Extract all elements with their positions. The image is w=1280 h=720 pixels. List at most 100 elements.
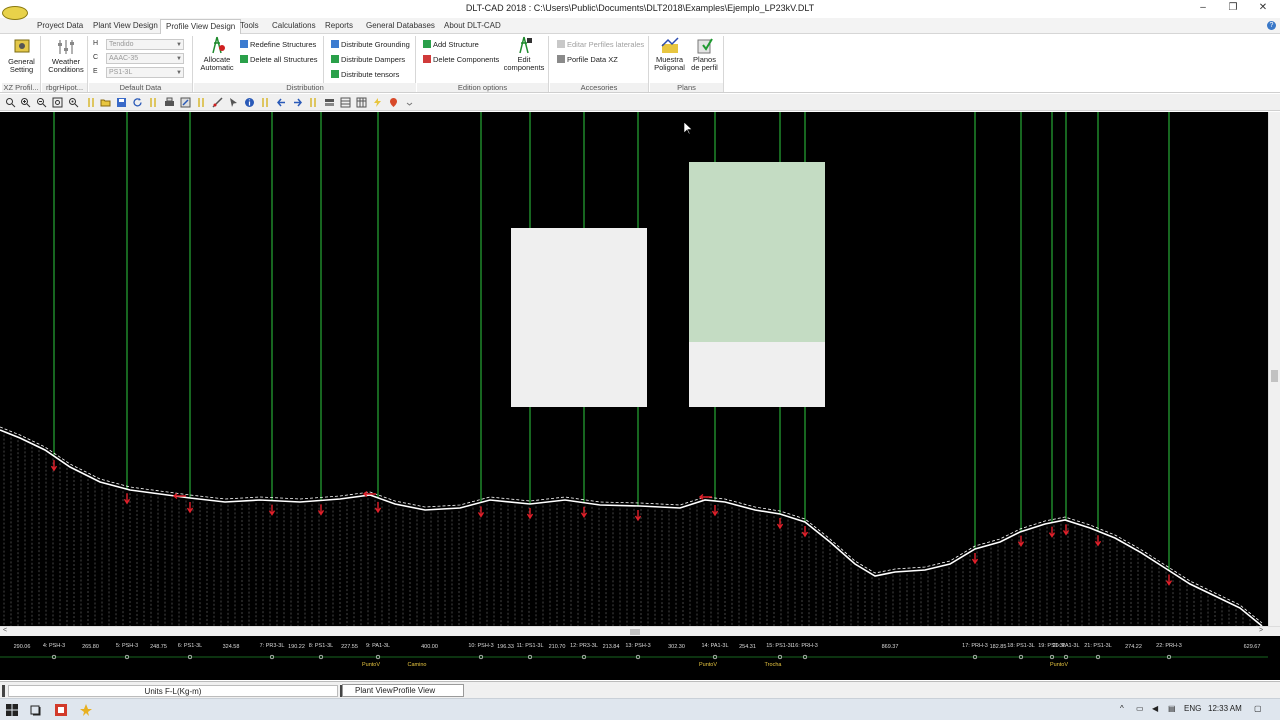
group-label-distribution: Distribution (194, 83, 416, 92)
tray-chevron-up-icon[interactable]: ^ (1120, 704, 1124, 713)
restore-button[interactable]: ❐ (1226, 2, 1240, 14)
zoom-in-icon[interactable] (20, 97, 31, 108)
span-label: 213.84 (603, 644, 620, 650)
menu-proyect-data[interactable]: Proyect Data (37, 21, 83, 30)
blank-panel-right-tint (689, 162, 825, 342)
arrow-left-icon[interactable] (276, 97, 287, 108)
delete-components-icon (423, 55, 431, 63)
tab-profile-view[interactable]: Profile View (393, 686, 435, 695)
stations-strip: 4: PSH-3 290.06 5: PSH-3 265.80 6: PS1-3L 248… (0, 636, 1280, 680)
delete-all-structures-button[interactable]: Delete all Structures (240, 55, 318, 64)
menu-reports[interactable]: Reports (325, 21, 353, 30)
tray-clock[interactable]: 12:33 AM (1208, 704, 1242, 713)
marker-icon[interactable] (388, 97, 399, 108)
menu-general-databases[interactable]: General Databases (366, 21, 435, 30)
task-view-icon[interactable] (30, 704, 42, 716)
minimize-button[interactable]: – (1196, 2, 1210, 14)
distribute-tensors-button[interactable]: Distribute tensors (331, 70, 399, 79)
general-setting-button[interactable]: General Setting (4, 38, 39, 74)
notifications-icon[interactable]: ▢ (1254, 704, 1262, 713)
save-icon[interactable] (116, 97, 127, 108)
zoom-extents-icon[interactable] (52, 97, 63, 108)
zoom-window-icon[interactable] (5, 97, 16, 108)
arrow-right-icon[interactable] (292, 97, 303, 108)
group-weather: Weather Conditions rbgrHipot... (42, 36, 88, 92)
lightning-icon[interactable] (372, 97, 383, 108)
table-icon[interactable] (356, 97, 367, 108)
tensors-icon (331, 70, 339, 78)
span-label: 248.75 (150, 644, 167, 650)
taskbar-app-red-icon[interactable] (55, 704, 67, 716)
mouse-cursor-icon (683, 121, 693, 135)
structure-marker (268, 504, 276, 516)
measure-icon[interactable] (212, 97, 223, 108)
guy-marker (698, 493, 712, 501)
vertical-scroll-thumb[interactable] (1271, 370, 1278, 382)
title-bar: DLT-CAD 2018 : C:\Users\Public\Documents… (0, 0, 1280, 18)
profile-canvas[interactable] (0, 112, 1268, 626)
delete-all-label: Delete all Structures (250, 55, 318, 64)
layers-icon[interactable] (324, 97, 335, 108)
profile-drawing[interactable] (0, 112, 1268, 626)
select-icon[interactable] (228, 97, 239, 108)
planos-perfil-button[interactable]: Planos de perfil (688, 36, 721, 72)
menu-calculations[interactable]: Calculations (272, 21, 316, 30)
view-toolbar (0, 94, 1280, 111)
taskbar-dltcad-icon[interactable] (80, 704, 92, 716)
app-logo-icon[interactable] (2, 6, 28, 20)
tray-language[interactable]: ENG (1184, 704, 1201, 713)
vertical-scrollbar[interactable] (1268, 112, 1280, 626)
group-label-weather: rbgrHipot... (42, 83, 87, 92)
menu-profile-view-design[interactable]: Profile View Design (160, 19, 242, 34)
dampers-label: Distribute Dampers (341, 55, 406, 64)
tray-network-icon[interactable]: ▤ (1168, 704, 1176, 713)
edit-components-button[interactable]: Edit components (503, 36, 545, 72)
structure-marker (526, 508, 534, 520)
add-structure-label: Add Structure (433, 40, 479, 49)
close-button[interactable]: ✕ (1256, 2, 1270, 14)
export-icon[interactable] (180, 97, 191, 108)
info-icon[interactable] (244, 97, 255, 108)
menu-about[interactable]: About DLT-CAD (444, 21, 501, 30)
open-folder-icon[interactable] (100, 97, 111, 108)
horizontal-scrollbar[interactable]: < > (0, 626, 1280, 636)
tray-device-icon[interactable]: ▭ (1136, 704, 1144, 713)
windows-start-icon[interactable] (6, 704, 18, 716)
distribute-grounding-button[interactable]: Distribute Grounding (331, 40, 410, 49)
group-xz-profile: General Setting XZ Profil... (2, 36, 41, 92)
zoom-previous-icon[interactable] (68, 97, 79, 108)
zoom-out-icon[interactable] (36, 97, 47, 108)
grid-icon[interactable] (340, 97, 351, 108)
distribute-dampers-button[interactable]: Distribute Dampers (331, 55, 405, 64)
tab-plant-view[interactable]: Plant View (355, 686, 393, 695)
overflow-icon[interactable] (404, 97, 415, 108)
print-icon[interactable] (164, 97, 175, 108)
horizontal-scroll-thumb[interactable] (630, 629, 640, 635)
default-select-h[interactable]: Tendido ▼ (106, 39, 184, 50)
tray-volume-icon[interactable]: ◀ (1152, 704, 1158, 713)
span-label: 190.22 (288, 644, 305, 650)
span-label: 196.33 (497, 644, 514, 650)
refresh-icon[interactable] (132, 97, 143, 108)
weather-conditions-button[interactable]: Weather Conditions (46, 38, 86, 74)
window-title: DLT-CAD 2018 : C:\Users\Public\Documents… (465, 3, 815, 13)
span-label: 290.06 (14, 644, 31, 650)
structure-marker (123, 493, 131, 505)
scroll-right-icon[interactable]: > (1259, 627, 1263, 634)
default-select-c[interactable]: AAAC-35 ▼ (106, 53, 184, 64)
muestra-poligonal-button[interactable]: Muestra Poligonal (653, 36, 686, 72)
delete-components-label: Delete Components (433, 55, 500, 64)
default-select-e[interactable]: PS1-3L ▼ (106, 67, 184, 78)
help-icon[interactable]: ? (1267, 21, 1276, 30)
editar-perfiles-button[interactable]: Editar Perfiles laterales (557, 40, 644, 49)
redefine-structures-button[interactable]: Redefine Structures (240, 40, 316, 49)
menu-plant-view-design[interactable]: Plant View Design (93, 21, 158, 30)
structure-markers (50, 460, 1173, 586)
delete-components-button[interactable]: Delete Components (423, 55, 499, 64)
allocate-automatic-button[interactable]: Allocate Automatic (199, 36, 235, 72)
windows-taskbar: ^ ▭ ◀ ▤ ENG 12:33 AM ▢ (0, 698, 1280, 720)
scroll-left-icon[interactable]: < (3, 627, 7, 634)
menu-tools[interactable]: Tools (240, 21, 259, 30)
porfile-data-button[interactable]: Porfile Data XZ (557, 55, 618, 64)
add-structure-button[interactable]: Add Structure (423, 40, 479, 49)
